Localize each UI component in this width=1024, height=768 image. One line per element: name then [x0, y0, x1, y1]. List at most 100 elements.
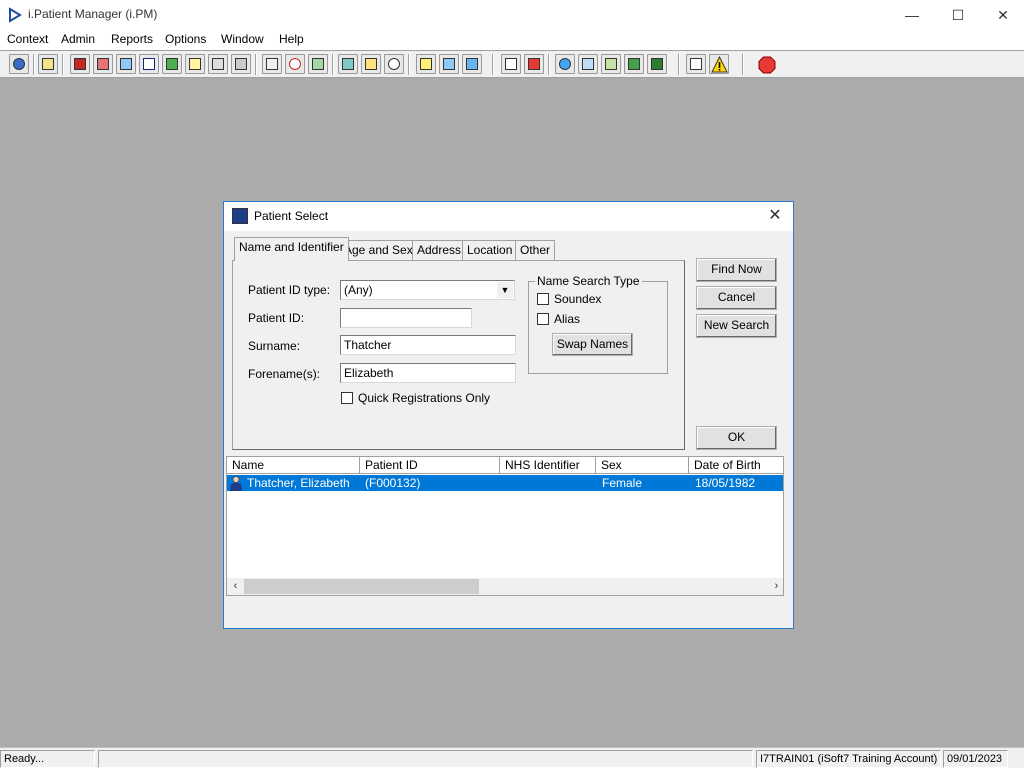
flag-alt-icon[interactable] [231, 54, 251, 74]
dialog-title-bar: Patient Select ✕ [224, 202, 793, 231]
status-message: Ready... [0, 750, 95, 768]
toolbar-separator [33, 54, 35, 75]
menu-context[interactable]: Context [7, 32, 48, 46]
forename-input[interactable]: Elizabeth [340, 363, 516, 383]
column-date-of-birth[interactable]: Date of Birth [689, 457, 783, 474]
tab-other[interactable]: Other [515, 240, 556, 260]
status-panel [98, 750, 753, 768]
patient-id-type-value: (Any) [344, 283, 373, 297]
bed-icon[interactable] [439, 54, 459, 74]
row-patient-id: (F000132) [365, 476, 421, 490]
chart-icon[interactable] [361, 54, 381, 74]
timer-icon[interactable] [384, 54, 404, 74]
dialog-close-button[interactable]: ✕ [763, 204, 787, 228]
column-patient-id[interactable]: Patient ID [360, 457, 500, 474]
row-sex: Female [602, 476, 643, 490]
warning-icon[interactable] [709, 54, 729, 74]
scrollbar-thumb[interactable] [244, 579, 479, 594]
table-row[interactable]: Thatcher, Elizabeth (F000132) Female 18/… [227, 475, 783, 491]
column-sex[interactable]: Sex [596, 457, 689, 474]
app-logo-icon [9, 7, 22, 23]
results-list[interactable]: Name Patient ID NHS Identifier Sex Date … [226, 456, 784, 596]
list-icon[interactable] [416, 54, 436, 74]
name-search-type-title: Name Search Type [535, 274, 642, 288]
m-icon[interactable] [139, 54, 159, 74]
alias-checkbox[interactable] [537, 313, 549, 325]
window-title: i.Patient Manager (i.PM) [28, 7, 158, 21]
transfer-icon[interactable] [624, 54, 644, 74]
column-name[interactable]: Name [227, 457, 360, 474]
status-account: I7TRAIN01 (iSoft7 Training Account) [756, 750, 941, 768]
flag-icon[interactable] [208, 54, 228, 74]
toolbar [0, 50, 1024, 78]
patient-id-type-label: Patient ID type: [248, 283, 331, 297]
menu-admin[interactable]: Admin [61, 32, 95, 46]
swap-icon[interactable] [686, 54, 706, 74]
alias-label: Alias [554, 312, 581, 326]
message-check-icon[interactable] [601, 54, 621, 74]
patient-id-label: Patient ID: [248, 311, 305, 325]
cancel-button[interactable]: Cancel [696, 286, 777, 310]
minimize-button[interactable]: — [889, 0, 935, 30]
admission-icon[interactable] [462, 54, 482, 74]
menu-window[interactable]: Window [221, 32, 264, 46]
menu-options[interactable]: Options [165, 32, 206, 46]
toolbar-separator [548, 54, 550, 75]
horizontal-scrollbar[interactable]: ‹ › [227, 578, 783, 595]
title-bar: i.Patient Manager (i.PM) — ☐ ✕ [0, 0, 1024, 30]
ok-button[interactable]: OK [696, 426, 777, 450]
maximize-button[interactable]: ☐ [935, 0, 981, 30]
exit-icon[interactable] [756, 54, 776, 74]
menu-reports[interactable]: Reports [111, 32, 153, 46]
toolbar-separator [332, 54, 334, 75]
toolbar-separator [62, 54, 64, 75]
patient-icon [230, 476, 242, 491]
document-icon[interactable] [501, 54, 521, 74]
dialog-title: Patient Select [254, 209, 329, 223]
patient-id-input[interactable] [340, 308, 472, 328]
surname-label: Surname: [248, 339, 301, 353]
patient-icon [232, 208, 248, 224]
red-book-icon[interactable] [70, 54, 90, 74]
tab-address[interactable]: Address [412, 240, 467, 260]
find-now-button[interactable]: Find Now [696, 258, 777, 282]
clock-icon[interactable] [285, 54, 305, 74]
tab-name-and-identifier[interactable]: Name and Identifier [234, 237, 349, 261]
swap-names-button[interactable]: Swap Names [552, 333, 633, 356]
bar-chart-icon[interactable] [524, 54, 544, 74]
doctor-icon[interactable] [162, 54, 182, 74]
globe-icon[interactable] [555, 54, 575, 74]
forename-label: Forename(s): [248, 367, 321, 381]
results-header: Name Patient ID NHS Identifier Sex Date … [227, 457, 783, 474]
toolbar-separator [408, 54, 410, 75]
surname-input[interactable]: Thatcher [340, 335, 516, 355]
transfer-alt-icon[interactable] [647, 54, 667, 74]
row-name: Thatcher, Elizabeth [247, 476, 350, 490]
close-window-button[interactable]: ✕ [980, 0, 1024, 30]
tab-age-and-sex[interactable]: Age and Sex [339, 240, 418, 260]
monitor-icon[interactable] [308, 54, 328, 74]
menu-help[interactable]: Help [279, 32, 304, 46]
toolbar-separator [255, 54, 257, 75]
soundex-checkbox[interactable] [537, 293, 549, 305]
new-search-button[interactable]: New Search [696, 314, 777, 338]
search-document-icon[interactable] [262, 54, 282, 74]
referral-icon[interactable] [93, 54, 113, 74]
toolbar-separator [678, 54, 680, 75]
patient-icon[interactable] [9, 54, 29, 74]
column-nhs-identifier[interactable]: NHS Identifier [500, 457, 596, 474]
chevron-down-icon[interactable]: ▼ [497, 282, 513, 298]
tab-location[interactable]: Location [462, 240, 518, 260]
ward-icon[interactable] [338, 54, 358, 74]
status-date: 09/01/2023 [943, 750, 1008, 768]
message-icon[interactable] [578, 54, 598, 74]
soundex-label: Soundex [554, 292, 602, 306]
waiting-list-icon[interactable] [116, 54, 136, 74]
scroll-right-icon[interactable]: › [768, 578, 783, 595]
notes-icon[interactable] [185, 54, 205, 74]
quick-registrations-checkbox[interactable] [341, 392, 353, 404]
patient-id-type-select[interactable]: (Any) ▼ [340, 280, 515, 300]
quick-registrations-label: Quick Registrations Only [358, 391, 491, 405]
printer-icon[interactable] [38, 54, 58, 74]
scroll-left-icon[interactable]: ‹ [227, 578, 244, 595]
